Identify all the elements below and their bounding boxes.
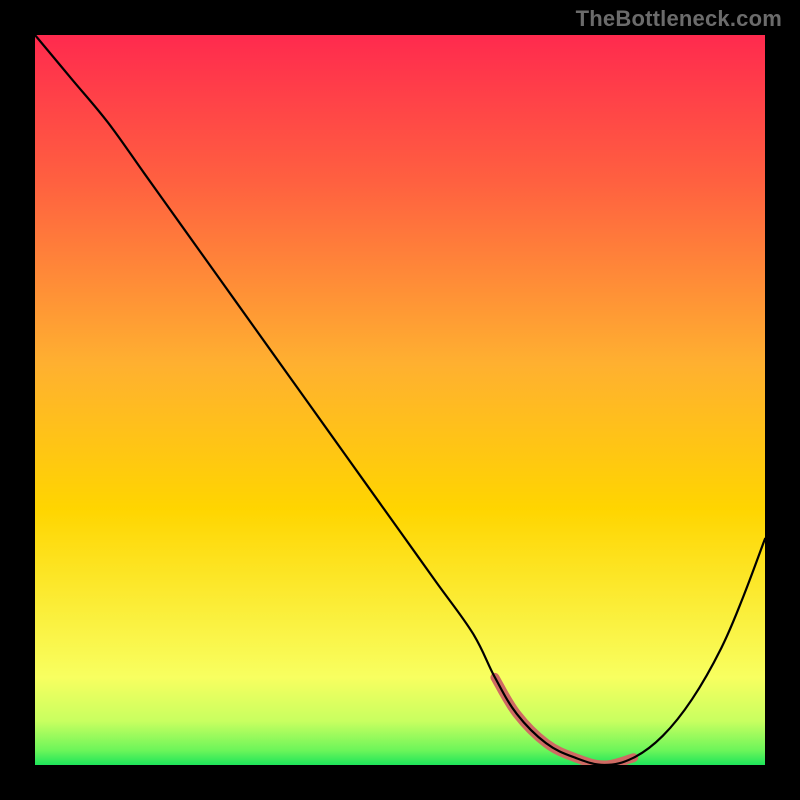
watermark-label: TheBottleneck.com — [576, 6, 782, 32]
plot-area — [35, 35, 765, 765]
chart-svg — [35, 35, 765, 765]
gradient-background — [35, 35, 765, 765]
chart-container: TheBottleneck.com — [0, 0, 800, 800]
